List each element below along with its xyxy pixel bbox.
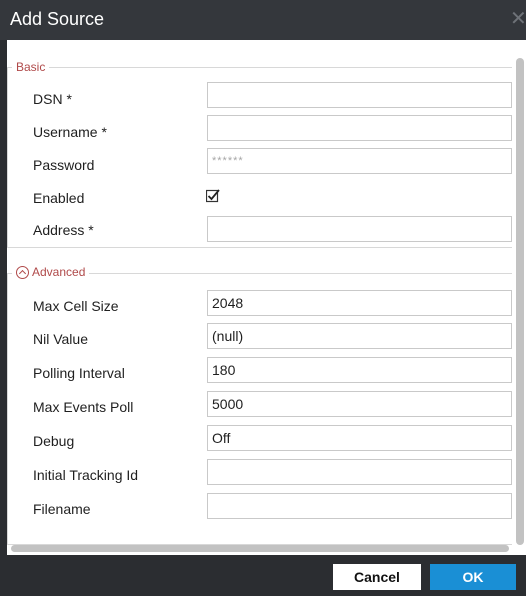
filename-input[interactable] xyxy=(207,493,512,519)
debug-input[interactable]: Off xyxy=(207,425,512,451)
cancel-button[interactable]: Cancel xyxy=(333,564,421,590)
polling-interval-label: Polling Interval xyxy=(33,365,125,381)
max-cell-size-label: Max Cell Size xyxy=(33,298,119,314)
enabled-checkbox[interactable] xyxy=(206,189,220,203)
password-input[interactable]: ****** xyxy=(207,148,512,174)
advanced-legend[interactable]: Advanced xyxy=(12,265,89,282)
address-input[interactable] xyxy=(207,216,512,242)
initial-tracking-id-label: Initial Tracking Id xyxy=(33,467,139,483)
nil-value-label: Nil Value xyxy=(33,331,88,347)
dialog-titlebar: Add Source ✕ xyxy=(0,0,526,40)
vertical-scrollbar[interactable] xyxy=(512,40,526,555)
initial-tracking-id-input[interactable] xyxy=(207,459,512,485)
filename-label: Filename xyxy=(33,501,91,517)
dialog-footer: Cancel OK xyxy=(0,555,526,596)
polling-interval-input[interactable]: 180 xyxy=(207,357,512,383)
max-cell-size-input[interactable]: 2048 xyxy=(207,290,512,316)
username-label: Username * xyxy=(33,124,107,140)
debug-label: Debug xyxy=(33,433,75,449)
horizontal-scrollbar[interactable] xyxy=(7,545,512,553)
dialog-body: Basic DSN * Username * Password ****** E… xyxy=(7,40,512,555)
nil-value-input[interactable]: (null) xyxy=(207,323,512,349)
dialog-title: Add Source xyxy=(10,9,105,29)
close-icon[interactable]: ✕ xyxy=(510,9,526,29)
max-events-poll-input[interactable]: 5000 xyxy=(207,391,512,417)
password-label: Password xyxy=(33,157,95,173)
dsn-label: DSN * xyxy=(33,91,72,107)
basic-legend: Basic xyxy=(16,60,46,74)
username-input[interactable] xyxy=(207,115,512,141)
chevron-up-circle-icon[interactable] xyxy=(16,265,29,279)
address-label: Address * xyxy=(33,222,94,238)
advanced-legend-label: Advanced xyxy=(32,265,86,279)
vertical-scrollbar-thumb[interactable] xyxy=(516,58,524,545)
enabled-label: Enabled xyxy=(33,190,85,206)
max-events-poll-label: Max Events Poll xyxy=(33,399,134,415)
dsn-input[interactable] xyxy=(207,82,512,108)
ok-button[interactable]: OK xyxy=(430,564,516,590)
horizontal-scrollbar-thumb[interactable] xyxy=(11,545,509,552)
